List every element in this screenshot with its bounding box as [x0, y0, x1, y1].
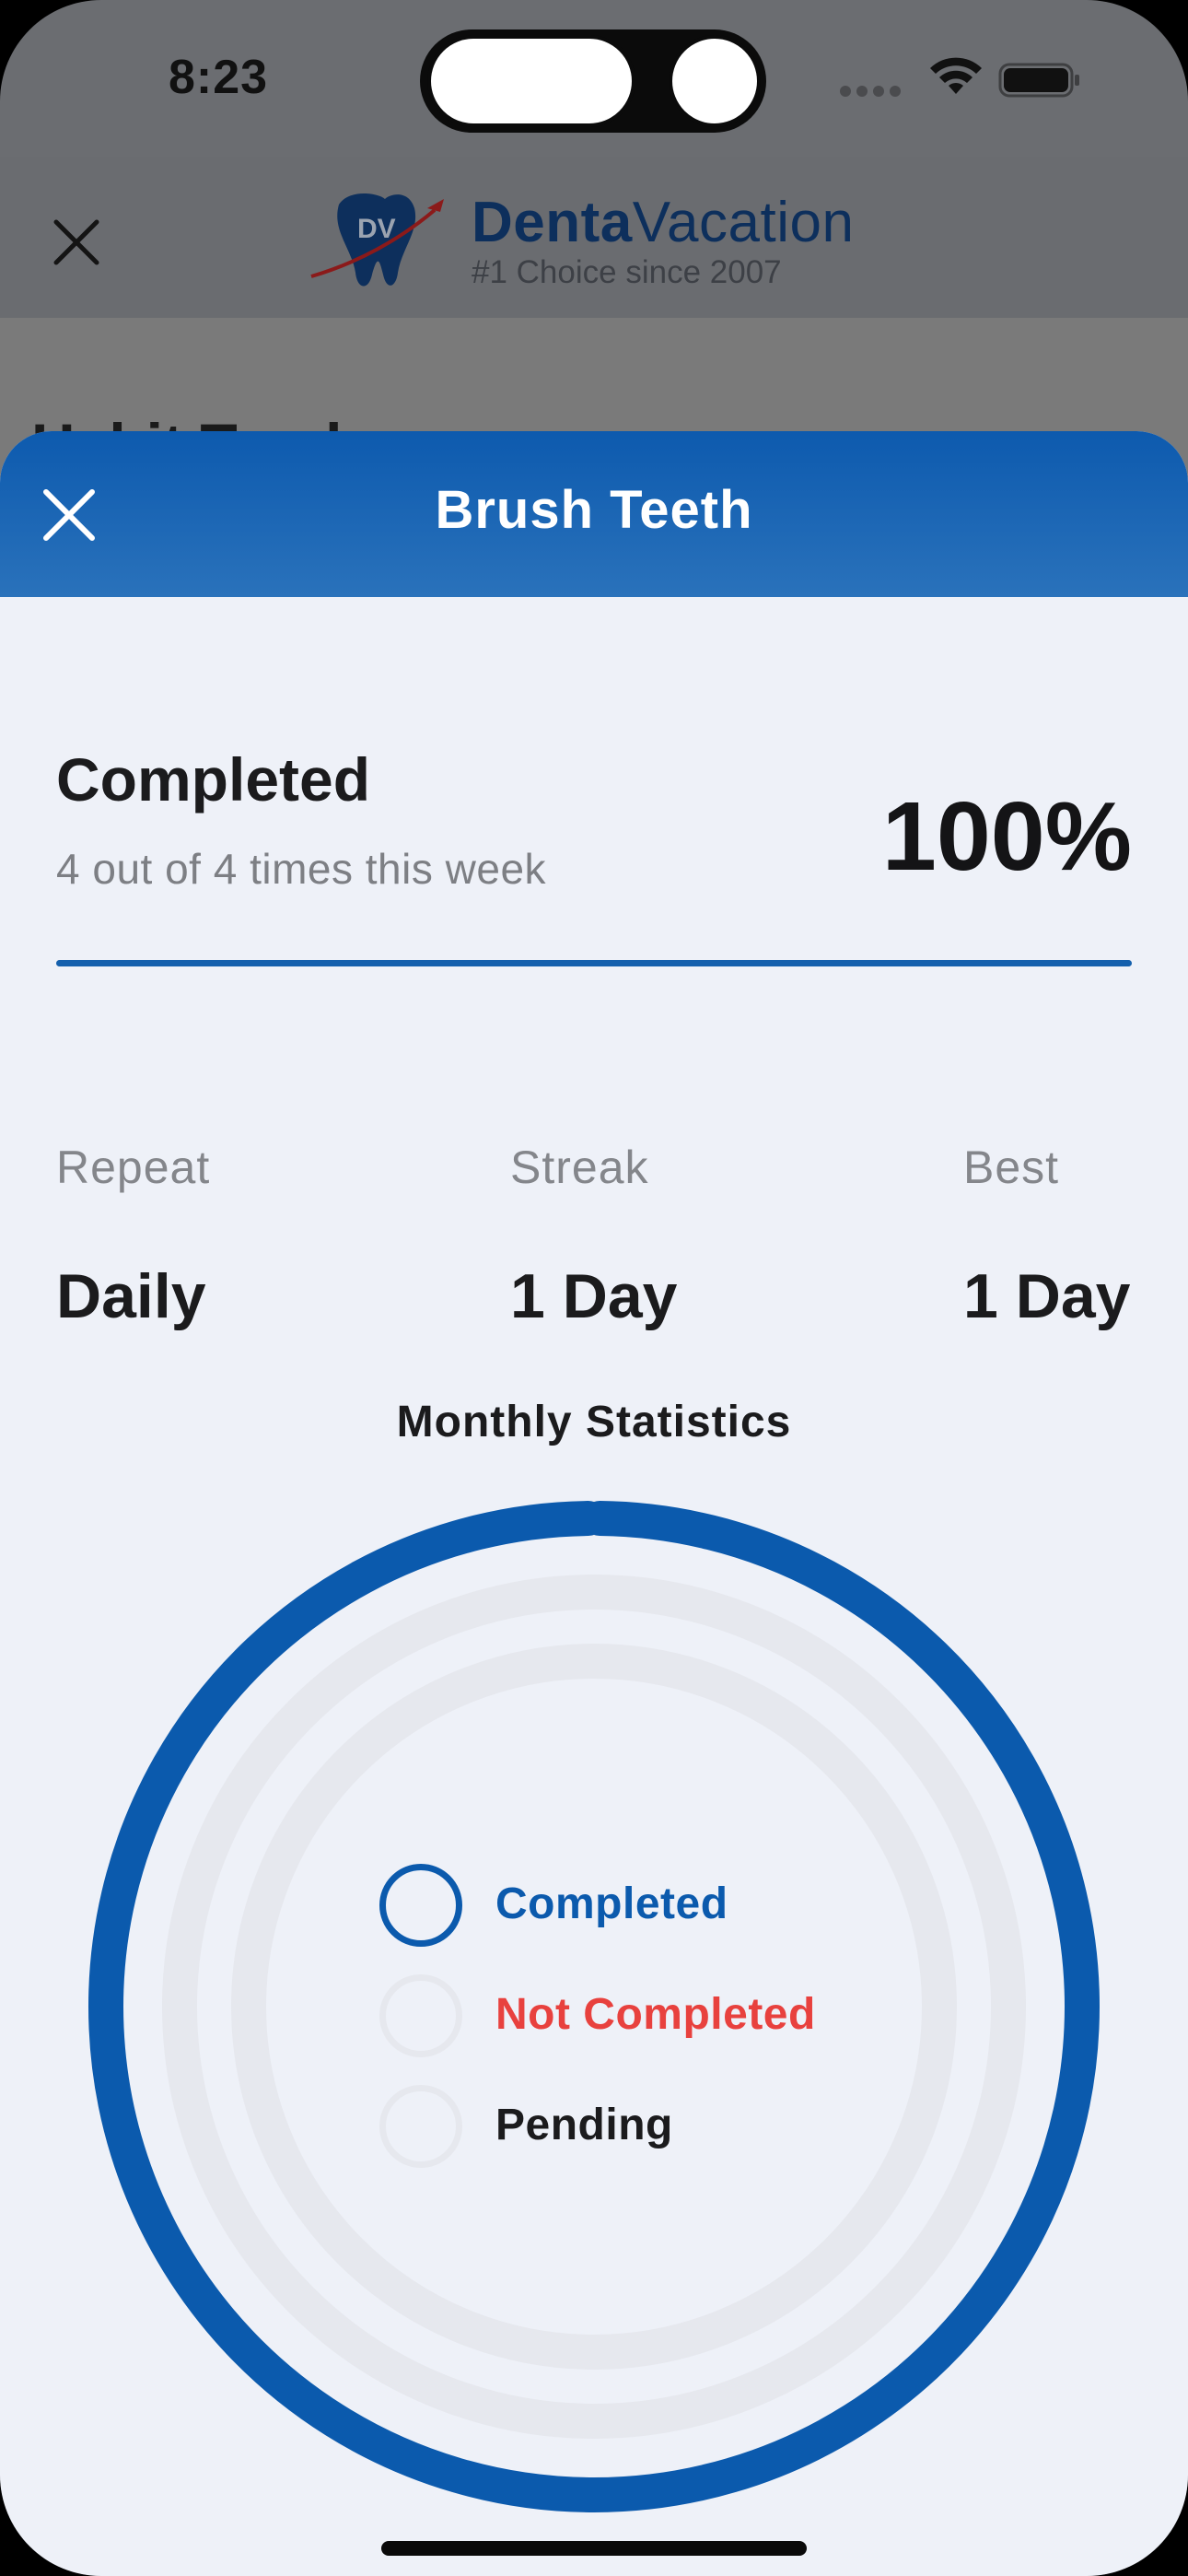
legend-item-not-completed[interactable]: Not Completed [379, 1974, 932, 2057]
weekly-progress-bar [56, 960, 1132, 966]
stat-streak-value: 1 Day [510, 1261, 678, 1331]
completed-percent: 100% [881, 782, 1132, 891]
cellular-signal-icon [840, 85, 906, 101]
sheet-header: Brush Teeth [0, 431, 1188, 597]
habit-detail-sheet: Brush Teeth Completed 4 out of 4 times t… [0, 431, 1188, 2576]
legend-item-completed[interactable]: Completed [379, 1864, 932, 1947]
legend-pending-ring-icon [379, 2085, 462, 2168]
legend-not-completed-label: Not Completed [495, 1990, 816, 2039]
status-bar: 8:23 [0, 0, 1188, 157]
dynamic-island-dot [669, 35, 761, 127]
legend-completed-label: Completed [495, 1879, 728, 1928]
legend-item-pending[interactable]: Pending [379, 2085, 932, 2168]
monthly-statistics-title: Monthly Statistics [396, 1398, 792, 1446]
completed-subtitle: 4 out of 4 times this week [56, 845, 547, 893]
legend-pending-label: Pending [495, 2101, 673, 2149]
sheet-title: Brush Teeth [435, 480, 753, 540]
dentavacation-logo: DV [310, 193, 444, 287]
status-indicators [840, 57, 1089, 103]
legend-not-completed-ring-icon [379, 1974, 462, 2057]
legend-completed-ring-icon [379, 1864, 462, 1947]
stat-repeat-label: Repeat [56, 1142, 211, 1193]
stat-best-value: 1 Day [963, 1261, 1131, 1331]
close-icon[interactable] [51, 217, 102, 268]
stat-best-label: Best [963, 1142, 1060, 1193]
brand-title: DentaVacation [472, 191, 855, 254]
status-time: 8:23 [169, 51, 269, 104]
wifi-icon [930, 57, 982, 94]
brand-tagline: #1 Choice since 2007 [472, 254, 782, 290]
battery-icon [998, 63, 1079, 98]
logo-initials: DV [357, 214, 396, 244]
home-indicator[interactable] [381, 2541, 807, 2556]
phone-screen: 8:23 DV DentaVacation #1 Choice since 20… [0, 0, 1188, 2576]
weekly-progress-fill [56, 960, 1132, 966]
stat-streak-label: Streak [510, 1142, 649, 1193]
dynamic-island-pill [427, 35, 635, 127]
stat-repeat-value: Daily [56, 1261, 206, 1331]
completed-label: Completed [56, 745, 371, 814]
